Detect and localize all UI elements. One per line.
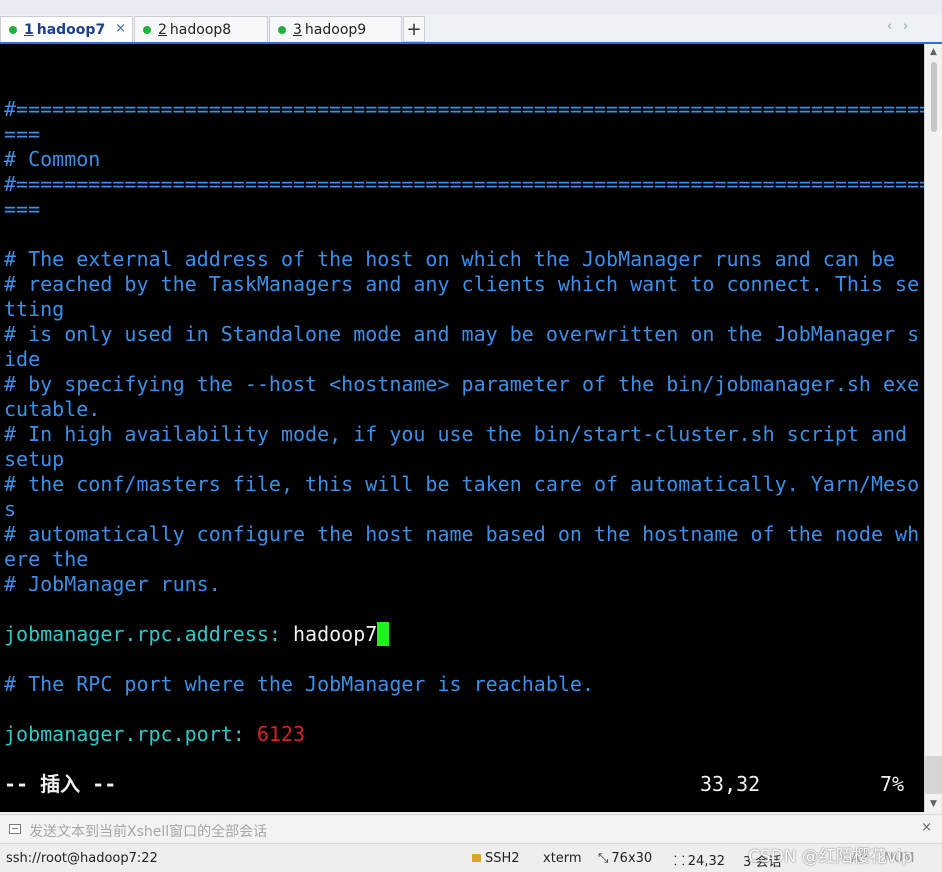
- vim-cursor-position: 33,32: [700, 772, 761, 796]
- terminal-line: ===: [4, 197, 41, 221]
- tab-hadoop7[interactable]: 1 hadoop7 ×: [0, 16, 133, 42]
- terminal-line: # automatically configure the host name …: [4, 522, 920, 546]
- send-text-input[interactable]: 发送文本到当前Xshell窗口的全部会话: [29, 821, 267, 841]
- status-protocol-label: SSH2: [485, 851, 520, 866]
- connected-status-icon: [278, 25, 286, 34]
- new-tab-button[interactable]: +: [403, 16, 425, 42]
- rpc-address-value: hadoop7: [293, 622, 378, 646]
- terminal-line: # In high availability mode, if you use …: [4, 422, 908, 446]
- rpc-address-key: jobmanager.rpc.address: [4, 622, 269, 646]
- send-keyboard-icon: [9, 824, 21, 834]
- status-size: ⤡ 76x30: [598, 851, 652, 866]
- vim-scroll-percent: 7%: [880, 772, 905, 796]
- terminal-line: s: [4, 497, 17, 521]
- tab-label: hadoop7: [36, 21, 106, 38]
- config-comment-lines: #=======================================…: [4, 97, 924, 596]
- terminal-line: # The external address of the host on wh…: [4, 247, 896, 271]
- rpc-port-key: jobmanager.rpc.port: [4, 722, 233, 746]
- session-tab-bar: 1 hadoop7 × 2 hadoop8 3 hadoop9 + ‹ ›: [0, 14, 942, 42]
- vim-mode-indicator: -- 插入 --: [4, 772, 117, 796]
- tab-number: 1: [24, 21, 34, 38]
- status-protocol: SSH2: [472, 851, 520, 866]
- rpc-address-separator: :: [268, 622, 293, 646]
- connected-status-icon: [9, 25, 17, 34]
- tab-prev-icon[interactable]: ‹: [887, 19, 892, 34]
- terminal-line: # the conf/masters file, this will be ta…: [4, 472, 920, 496]
- close-send-bar-icon[interactable]: ×: [921, 820, 932, 835]
- terminal-line: tting: [4, 297, 65, 321]
- scrollbar-lower-thumb[interactable]: [925, 756, 942, 794]
- window-top-strip: [0, 0, 942, 15]
- terminal-line: # Common: [4, 147, 101, 171]
- rpc-port-separator: :: [232, 722, 257, 746]
- scroll-up-icon[interactable]: ▲: [925, 44, 942, 60]
- status-connection: ssh://root@hadoop7:22: [6, 851, 158, 866]
- terminal-line: ===: [4, 122, 41, 146]
- scroll-down-icon[interactable]: ▼: [925, 796, 942, 812]
- tab-next-icon[interactable]: ›: [903, 19, 908, 34]
- terminal-line: # JobManager runs.: [4, 572, 221, 596]
- terminal-line: # by specifying the --host <hostname> pa…: [4, 372, 920, 396]
- terminal-line: ere the: [4, 547, 89, 571]
- rpc-port-comment: # The RPC port where the JobManager is r…: [4, 672, 595, 696]
- tab-number: 2: [158, 21, 167, 38]
- close-tab-icon[interactable]: ×: [115, 21, 126, 36]
- status-cursor-label: 24,32: [687, 854, 725, 869]
- terminal-line: # is only used in Standalone mode and ma…: [4, 322, 920, 346]
- terminal-line: setup: [4, 447, 65, 471]
- scrollbar-thumb[interactable]: [931, 62, 937, 132]
- status-cursor: ⸬ 24,32: [674, 851, 725, 869]
- terminal-line: #=======================================…: [4, 172, 924, 196]
- status-size-label: 76x30: [611, 851, 653, 866]
- status-terminal-type: xterm: [543, 851, 582, 866]
- terminal-text: #=======================================…: [4, 97, 924, 797]
- terminal-cursor: [377, 622, 390, 646]
- terminal-screen[interactable]: #=======================================…: [0, 44, 924, 812]
- terminal-line: # reached by the TaskManagers and any cl…: [4, 272, 920, 296]
- cursor-position-icon: ⸬: [674, 854, 685, 869]
- lock-icon: [472, 854, 481, 862]
- tab-hadoop9[interactable]: 3 hadoop9: [269, 16, 402, 42]
- rpc-port-value: 6123: [256, 722, 306, 746]
- csdn-watermark: CSDN @红陌樱花vip: [748, 847, 913, 867]
- tab-number: 3: [293, 21, 302, 38]
- terminal-line: ide: [4, 347, 41, 371]
- tab-label: hadoop8: [169, 21, 232, 38]
- resize-icon: ⤡: [598, 851, 609, 866]
- tab-label: hadoop9: [304, 21, 367, 38]
- terminal-line: cutable.: [4, 397, 101, 421]
- terminal-scrollbar[interactable]: ▲ ▼: [924, 44, 942, 812]
- terminal-line: #=======================================…: [4, 97, 924, 121]
- tab-hadoop8[interactable]: 2 hadoop8: [134, 16, 268, 42]
- connected-status-icon: [143, 25, 151, 34]
- send-text-bar: 发送文本到当前Xshell窗口的全部会话 ×: [0, 814, 942, 844]
